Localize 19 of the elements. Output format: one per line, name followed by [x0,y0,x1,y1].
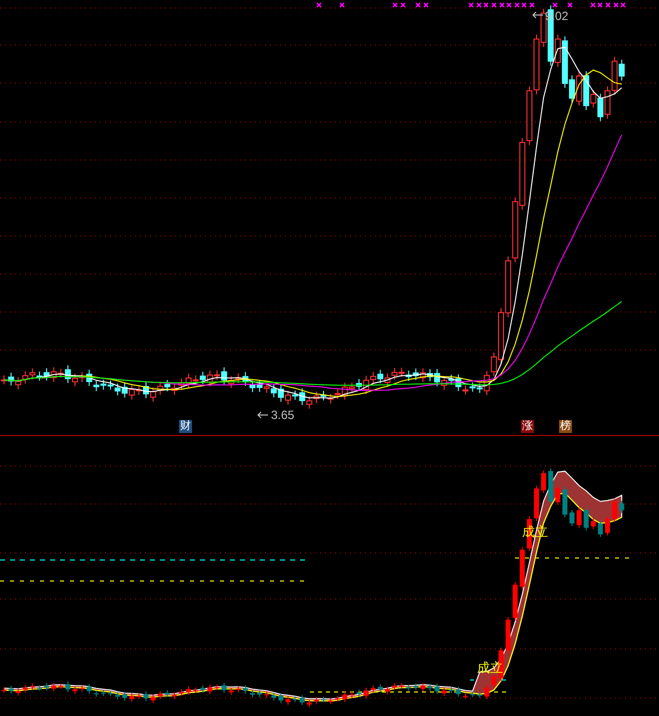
arrow-icon [532,11,544,19]
cross-marker-icon [491,2,497,8]
cross-marker-icon [468,2,474,8]
cross-marker-icon [392,2,398,8]
cross-marker-icon [529,2,535,8]
cross-marker-icon [552,2,558,8]
arrow-icon [257,411,269,419]
signal-label: 成立 [477,661,503,674]
event-tag[interactable]: 涨 [521,420,534,433]
event-tag[interactable]: 财 [179,420,192,433]
cross-marker-icon [605,2,611,8]
low-price-label: 3.65 [271,409,294,421]
event-tag[interactable]: 榜 [559,420,572,433]
cross-marker-icon [339,2,345,8]
cross-marker-icon [415,2,421,8]
cross-marker-icon [400,2,406,8]
cross-marker-icon [423,2,429,8]
cross-marker-icon [316,2,322,8]
cross-marker-icon [567,2,573,8]
